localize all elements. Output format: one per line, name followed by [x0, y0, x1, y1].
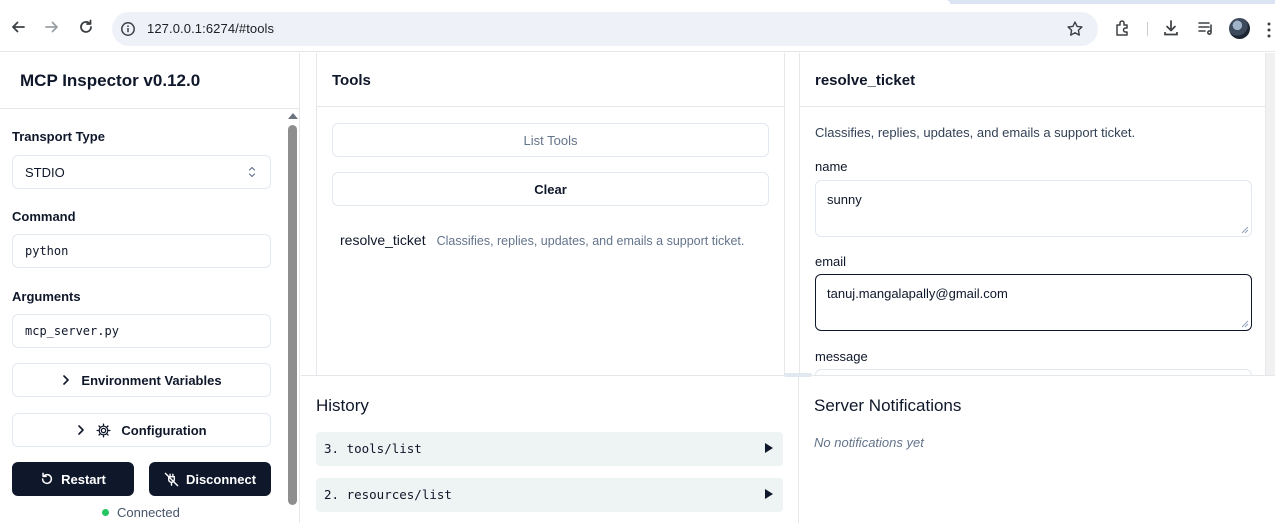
name-value: sunny [827, 192, 862, 207]
history-item[interactable]: 2. resources/list [316, 478, 783, 512]
tool-list-item[interactable]: resolve_ticket Classifies, replies, upda… [340, 232, 744, 248]
email-label: email [815, 254, 847, 269]
clear-button[interactable]: Clear [332, 172, 769, 206]
restart-label: Restart [61, 471, 106, 487]
server-notifications-title: Server Notifications [814, 396, 962, 415]
sidebar-header: MCP Inspector v0.12.0 [0, 53, 299, 109]
tools-title: Tools [332, 72, 371, 89]
status-text: Connected [117, 505, 180, 520]
back-icon[interactable] [8, 17, 28, 37]
list-tools-button[interactable]: List Tools [332, 123, 769, 157]
email-value: tanuj.mangalapally@gmail.com [827, 286, 1008, 301]
star-icon[interactable] [1066, 20, 1084, 38]
toolbar-separator [1147, 22, 1148, 36]
play-arrow-icon[interactable] [765, 489, 773, 499]
reading-list-icon[interactable] [1196, 18, 1216, 38]
transport-type-value: STDIO [25, 165, 65, 180]
gear-icon [96, 422, 111, 438]
reload-icon[interactable] [76, 17, 96, 37]
email-field[interactable]: tanuj.mangalapally@gmail.com [815, 274, 1252, 331]
restart-button[interactable]: Restart [12, 462, 134, 496]
sidebar: MCP Inspector v0.12.0 Transport Type STD… [0, 53, 300, 523]
clear-label: Clear [534, 181, 567, 197]
url-text[interactable]: 127.0.0.1:6274/#tools [147, 21, 274, 36]
tool-name: resolve_ticket [340, 232, 426, 248]
resize-grip-icon[interactable] [1241, 320, 1249, 328]
bottom-divider [798, 376, 799, 523]
address-bar[interactable]: 127.0.0.1:6274/#tools [112, 12, 1098, 46]
play-arrow-icon[interactable] [765, 443, 773, 453]
arguments-label: Arguments [12, 289, 81, 304]
transport-type-select[interactable]: STDIO [12, 155, 271, 189]
configuration-label: Configuration [121, 422, 207, 438]
download-icon[interactable] [1161, 18, 1181, 38]
profile-avatar[interactable] [1229, 18, 1250, 39]
command-value: python [25, 244, 69, 258]
connection-status: Connected [102, 505, 180, 520]
tool-detail-title: resolve_ticket [815, 72, 916, 89]
menu-icon[interactable] [1266, 22, 1272, 38]
environment-variables-button[interactable]: Environment Variables [12, 363, 271, 397]
list-tools-label: List Tools [523, 132, 578, 148]
select-arrows-icon [248, 166, 256, 178]
extensions-icon[interactable] [1113, 18, 1133, 38]
app-title: MCP Inspector v0.12.0 [20, 71, 201, 90]
arguments-input[interactable]: mcp_server.py [12, 314, 271, 348]
message-label: message [815, 349, 868, 364]
history-item-label: 3. tools/list [324, 441, 422, 456]
disconnect-label: Disconnect [185, 471, 257, 487]
arguments-value: mcp_server.py [25, 324, 119, 338]
tools-panel: Tools List Tools Clear resolve_ticket Cl… [316, 53, 785, 375]
name-label: name [815, 159, 848, 174]
disconnect-button[interactable]: Disconnect [149, 462, 271, 496]
command-label: Command [12, 209, 76, 224]
tool-description: Classifies, replies, updates, and emails… [436, 234, 745, 248]
history-item-label: 2. resources/list [324, 487, 452, 502]
detail-scrollbar[interactable] [1266, 53, 1275, 375]
command-input[interactable]: python [12, 234, 271, 268]
transport-type-label: Transport Type [12, 129, 105, 144]
configuration-button[interactable]: Configuration [12, 413, 271, 447]
sidebar-scrollbar-thumb[interactable] [288, 125, 297, 505]
scroll-up-icon[interactable] [288, 113, 298, 119]
tool-detail-panel: resolve_ticket Classifies, replies, upda… [799, 53, 1266, 375]
browser-toolbar: 127.0.0.1:6274/#tools [0, 4, 1275, 52]
environment-variables-label: Environment Variables [81, 372, 222, 388]
history-title: History [316, 396, 369, 415]
no-notifications-text: No notifications yet [814, 435, 924, 450]
history-item[interactable]: 3. tools/list [316, 432, 783, 466]
tool-detail-header: resolve_ticket [800, 53, 1265, 107]
status-dot-icon [102, 509, 109, 516]
name-field[interactable]: sunny [815, 180, 1252, 237]
tool-detail-description: Classifies, replies, updates, and emails… [815, 125, 1136, 140]
site-info-icon[interactable] [120, 21, 136, 37]
chevron-right-icon [63, 375, 70, 385]
chevron-right-icon [78, 425, 85, 435]
restart-icon [41, 472, 53, 485]
disconnect-icon [164, 472, 179, 486]
resize-grip-icon[interactable] [1241, 226, 1249, 234]
tools-panel-header: Tools [317, 53, 784, 107]
forward-icon[interactable] [42, 17, 62, 37]
